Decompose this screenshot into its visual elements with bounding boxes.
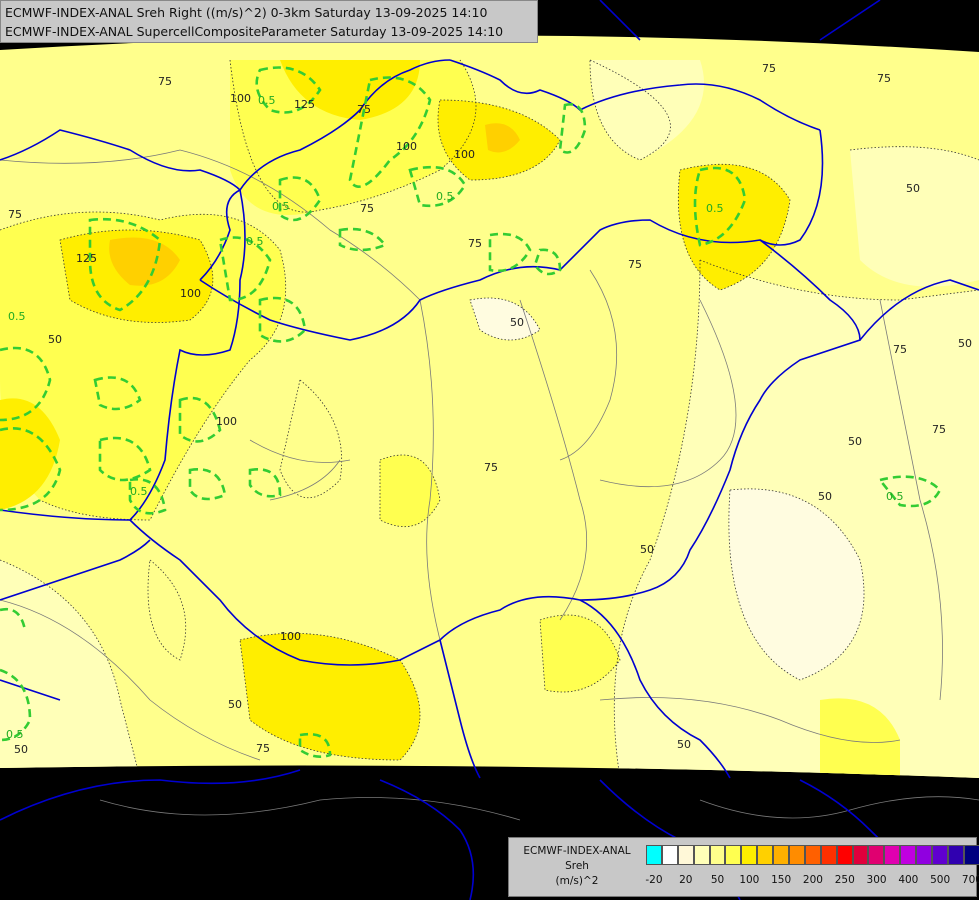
legend-tick-labels: -20 20 50 100 150 200 250 300 400 500 700 (645, 874, 979, 888)
srh-label: 100 (216, 415, 237, 428)
srh-label: 75 (932, 423, 946, 436)
legend-swatch (757, 845, 774, 865)
legend-tick: 200 (802, 874, 823, 886)
legend-tick: 700 (961, 874, 979, 886)
legend-unit: (m/s)^2 (555, 875, 599, 887)
legend-swatch (900, 845, 917, 865)
scp-label: 0.5 (272, 200, 290, 213)
legend-tick: 500 (930, 874, 951, 886)
legend-swatch (836, 845, 853, 865)
legend-swatch (789, 845, 805, 865)
srh-label: 125 (294, 98, 315, 111)
legend-swatch (932, 845, 948, 865)
srh-label: 75 (256, 742, 270, 755)
weather-map: 75 100 125 75 100 75 75 125 100 50 75 50… (0, 0, 979, 900)
legend-swatch (868, 845, 885, 865)
scp-label: 0.5 (8, 310, 26, 323)
srh-label: 50 (677, 738, 691, 751)
scp-label: 0.5 (6, 728, 24, 741)
legend-swatch (852, 845, 869, 865)
legend-swatch (741, 845, 758, 865)
scp-label: 0.5 (258, 94, 276, 107)
legend-swatch (725, 845, 742, 865)
srh-label: 125 (76, 252, 97, 265)
scp-label: 0.5 (246, 235, 264, 248)
srh-label: 75 (360, 202, 374, 215)
legend-swatch (804, 845, 821, 865)
srh-field (0, 35, 979, 778)
legend-tick: 250 (834, 874, 855, 886)
srh-label: 50 (228, 698, 242, 711)
srh-label: 75 (158, 75, 172, 88)
legend-tick: 100 (739, 874, 760, 886)
srh-label: 75 (762, 62, 776, 75)
scp-label: 0.5 (130, 485, 148, 498)
srh-label: 75 (8, 208, 22, 221)
srh-label: 50 (14, 743, 28, 756)
legend-swatch (884, 845, 901, 865)
srh-label: 75 (468, 237, 482, 250)
legend-tick: 50 (710, 874, 725, 886)
color-legend: ECMWF-INDEX-ANAL Sreh (m/s)^2 -20 20 50 100… (508, 837, 979, 897)
legend-variable: Sreh (565, 860, 589, 872)
srh-label: 50 (48, 333, 62, 346)
srh-label: 50 (906, 182, 920, 195)
srh-label: 100 (280, 630, 301, 643)
srh-label: 75 (893, 343, 907, 356)
srh-label: 100 (230, 92, 251, 105)
srh-label: 75 (877, 72, 891, 85)
srh-label: 50 (640, 543, 654, 556)
legend-swatch (820, 845, 837, 865)
map-title-srh: ECMWF-INDEX-ANAL Sreh Right ((m/s)^2) 0-… (5, 5, 488, 20)
srh-label: 75 (628, 258, 642, 271)
scp-label: 0.5 (886, 490, 904, 503)
legend-model: ECMWF-INDEX-ANAL (523, 845, 631, 857)
scp-label: 0.5 (706, 202, 724, 215)
srh-label: 50 (958, 337, 972, 350)
legend-tick: 300 (866, 874, 887, 886)
srh-label: 50 (848, 435, 862, 448)
legend-swatch (709, 845, 726, 865)
srh-label: 75 (357, 103, 371, 116)
legend-swatch (916, 845, 933, 865)
legend-swatch (947, 845, 964, 865)
scp-label: 0.5 (436, 190, 454, 203)
srh-label: 75 (484, 461, 498, 474)
legend-swatch (646, 845, 662, 865)
legend-tick: -20 (645, 874, 663, 886)
legend-swatch (693, 845, 710, 865)
legend-tick: 20 (679, 874, 693, 886)
map-title-box: ECMWF-INDEX-ANAL Sreh Right ((m/s)^2) 0-… (0, 0, 538, 43)
legend-color-bar (646, 845, 979, 865)
legend-swatch (677, 845, 694, 865)
srh-label: 50 (818, 490, 832, 503)
map-title-scp: ECMWF-INDEX-ANAL SupercellCompositeParam… (5, 24, 504, 39)
legend-tick: 400 (898, 874, 919, 886)
srh-label: 100 (396, 140, 417, 153)
legend-label: ECMWF-INDEX-ANAL Sreh (m/s)^2 (513, 844, 641, 889)
srh-label: 100 (454, 148, 475, 161)
legend-tick: 150 (771, 874, 792, 886)
legend-swatch (661, 845, 678, 865)
legend-swatch (773, 845, 790, 865)
srh-label: 50 (510, 316, 524, 329)
srh-label: 100 (180, 287, 201, 300)
legend-swatch (963, 845, 979, 865)
